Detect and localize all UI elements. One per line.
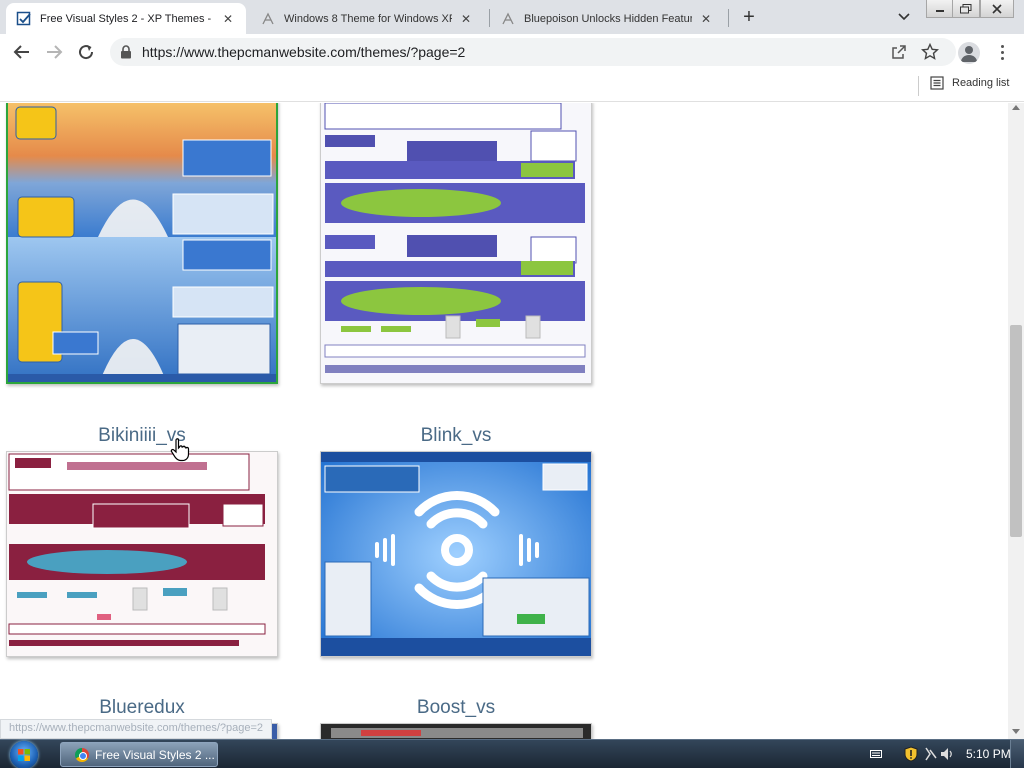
status-url-bubble: https://www.thepcmanwebsite.com/themes/?… — [0, 719, 273, 739]
taskbar-clock[interactable]: 5:10 PM — [966, 747, 1011, 761]
theme-preview-image — [7, 452, 277, 656]
theme-preview-image — [321, 724, 591, 739]
theme-title[interactable]: Bikiniiii_vs — [6, 425, 278, 447]
profile-avatar-icon[interactable] — [958, 42, 980, 64]
scroll-up-icon[interactable] — [1012, 105, 1020, 110]
tab-search-icon[interactable] — [894, 8, 914, 26]
tab-title: Windows 8 Theme for Windows XP — [284, 12, 452, 25]
scrollbar-thumb[interactable] — [1010, 325, 1022, 537]
tab-bluepoison[interactable]: Bluepoison Unlocks Hidden Feature ✕ — [490, 3, 724, 34]
bookmarks-bar: Reading list — [0, 70, 1024, 102]
reload-button[interactable] — [74, 40, 98, 64]
theme-title[interactable]: Blink_vs — [320, 425, 592, 447]
tab-close-icon[interactable]: ✕ — [220, 11, 236, 27]
browser-menu-icon[interactable] — [994, 42, 1010, 62]
theme-thumbnail[interactable] — [6, 451, 278, 657]
theme-preview-image — [321, 452, 591, 656]
close-window-button[interactable] — [980, 0, 1014, 18]
tab-windows-8-theme[interactable]: Windows 8 Theme for Windows XP ✕ — [250, 3, 484, 34]
tab-separator — [728, 9, 729, 27]
volume-icon[interactable] — [940, 746, 954, 765]
back-button[interactable] — [10, 40, 34, 64]
start-button[interactable] — [10, 741, 38, 768]
reading-list-label: Reading list — [952, 77, 1010, 89]
taskbar-item-chrome[interactable]: Free Visual Styles 2 ... — [60, 742, 218, 767]
new-tab-button[interactable]: + — [738, 6, 760, 28]
theme-title[interactable]: Blueredux — [6, 697, 278, 719]
reading-list-button[interactable]: Reading list — [930, 76, 1009, 90]
theme-title[interactable]: Boost_vs — [320, 697, 592, 719]
forward-button[interactable] — [42, 40, 66, 64]
tab-close-icon[interactable]: ✕ — [698, 11, 714, 27]
reading-list-icon — [930, 76, 944, 90]
lock-icon[interactable] — [120, 45, 132, 64]
theme-thumbnail[interactable] — [320, 103, 592, 384]
url-text[interactable]: https://www.thepcmanwebsite.com/themes/?… — [142, 44, 465, 60]
site-favicon-icon — [16, 11, 32, 27]
windows-taskbar: Free Visual Styles 2 ... 5:10 PM — [0, 739, 1024, 768]
page-content: Bikiniiii_vs Blink_vs Blueredux Boost_vs — [0, 103, 1008, 739]
scroll-down-icon[interactable] — [1012, 729, 1020, 734]
chrome-icon — [75, 747, 89, 762]
tab-strip: Free Visual Styles 2 - XP Themes - F ✕ W… — [0, 0, 1024, 34]
tab-close-icon[interactable]: ✕ — [458, 11, 474, 27]
hand-cursor-icon — [170, 438, 190, 462]
network-icon[interactable] — [924, 746, 938, 765]
theme-thumbnail[interactable] — [320, 723, 592, 739]
tab-free-visual-styles[interactable]: Free Visual Styles 2 - XP Themes - F ✕ — [6, 3, 246, 34]
bookmarks-separator — [918, 76, 919, 96]
browser-toolbar: https://www.thepcmanwebsite.com/themes/?… — [0, 34, 1024, 70]
minimize-button[interactable] — [926, 0, 954, 18]
address-bar[interactable]: https://www.thepcmanwebsite.com/themes/?… — [110, 38, 956, 66]
theme-thumbnail[interactable] — [6, 103, 278, 384]
bookmark-star-icon[interactable] — [920, 42, 940, 66]
theme-preview-image — [8, 103, 276, 382]
security-shield-icon[interactable] — [904, 746, 918, 765]
theme-preview-image — [321, 103, 591, 383]
windows-logo-icon — [18, 749, 30, 761]
loading-favicon-icon — [260, 11, 276, 27]
show-desktop-button[interactable] — [1010, 740, 1024, 768]
tab-title: Free Visual Styles 2 - XP Themes - F — [40, 12, 214, 25]
page-scrollbar[interactable] — [1008, 103, 1024, 739]
restore-button[interactable] — [952, 0, 980, 18]
share-icon[interactable] — [891, 44, 907, 65]
tab-title: Bluepoison Unlocks Hidden Feature — [524, 12, 692, 25]
loading-favicon-icon — [500, 11, 516, 27]
keyboard-icon[interactable] — [870, 748, 882, 762]
theme-thumbnail[interactable] — [320, 451, 592, 657]
taskbar-item-label: Free Visual Styles 2 ... — [95, 747, 215, 762]
